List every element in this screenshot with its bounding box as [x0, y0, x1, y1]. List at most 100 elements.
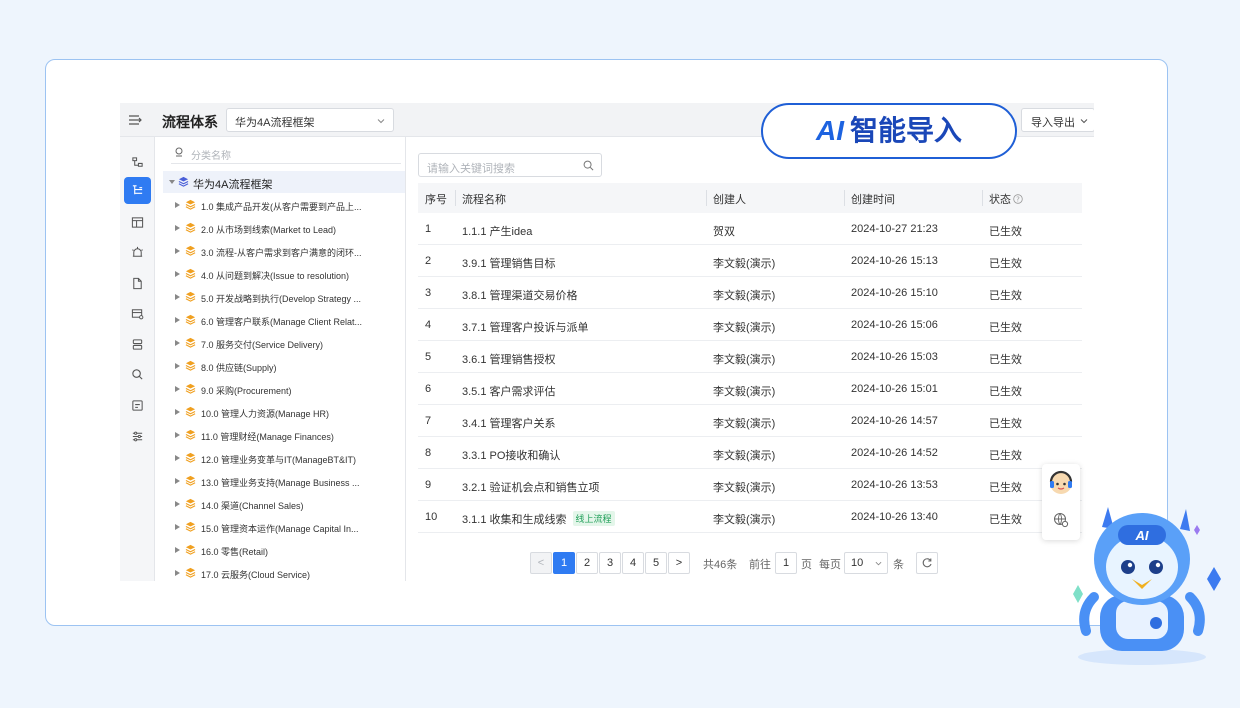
rail-item-database[interactable]: [124, 331, 151, 358]
table-row[interactable]: 5 3.6.1 管理销售授权 李文毅(演示) 2024-10-26 15:03 已生效: [418, 341, 1082, 373]
rail-item-report[interactable]: [124, 392, 151, 419]
tree-item[interactable]: 12.0 管理业务变革与IT(ManageBT&IT): [163, 447, 405, 469]
layers-icon: [185, 567, 196, 578]
tree-item[interactable]: 14.0 渠道(Channel Sales): [163, 493, 405, 515]
tree-item[interactable]: 13.0 管理业务支持(Manage Business ...: [163, 470, 405, 492]
tree-item[interactable]: 17.0 云服务(Cloud Service): [163, 562, 405, 581]
caret-right-icon[interactable]: [175, 547, 180, 553]
caret-right-icon[interactable]: [175, 455, 180, 461]
process-name-link[interactable]: 3.3.1 PO接收和确认: [462, 450, 560, 462]
caret-right-icon[interactable]: [175, 432, 180, 438]
cell-name[interactable]: 3.5.1 客户需求评估: [462, 383, 556, 399]
process-name-link[interactable]: 3.5.1 客户需求评估: [462, 386, 556, 398]
caret-right-icon[interactable]: [175, 202, 180, 208]
tree-item[interactable]: 6.0 管理客户联系(Manage Client Relat...: [163, 309, 405, 331]
tree-item[interactable]: 5.0 开发战略到执行(Develop Strategy ...: [163, 286, 405, 308]
category-search-input[interactable]: 分类名称: [171, 144, 401, 164]
goto-page-input[interactable]: 1: [775, 552, 797, 574]
tree-item[interactable]: 4.0 从问题到解决(Issue to resolution): [163, 263, 405, 285]
rail-item-alert[interactable]: [124, 239, 151, 266]
tree-item[interactable]: 10.0 管理人力资源(Manage HR): [163, 401, 405, 423]
cell-name[interactable]: 3.6.1 管理销售授权: [462, 351, 556, 367]
framework-select[interactable]: 华为4A流程框架: [226, 108, 394, 132]
process-name-link[interactable]: 3.4.1 管理客户关系: [462, 418, 556, 430]
process-name-link[interactable]: 3.1.1 收集和生成线索: [462, 514, 567, 526]
caret-right-icon[interactable]: [175, 478, 180, 484]
table-row[interactable]: 8 3.3.1 PO接收和确认 李文毅(演示) 2024-10-26 14:52 已生效: [418, 437, 1082, 469]
table-row[interactable]: 9 3.2.1 验证机会点和销售立项 李文毅(演示) 2024-10-26 13:53…: [418, 469, 1082, 501]
caret-right-icon[interactable]: [175, 317, 180, 323]
table-row[interactable]: 1 1.1.1 产生idea 贺双 2024-10-27 21:23 已生效: [418, 213, 1082, 245]
page-button[interactable]: 1: [553, 552, 575, 574]
cell-name[interactable]: 3.7.1 管理客户投诉与派单: [462, 319, 589, 335]
rail-item-search[interactable]: [124, 361, 151, 388]
cell-name[interactable]: 3.1.1 收集和生成线索 线上流程: [462, 511, 615, 527]
rail-item-table[interactable]: [124, 209, 151, 236]
page-button[interactable]: 3: [599, 552, 621, 574]
help-icon[interactable]: ?: [1013, 194, 1023, 204]
cell-name[interactable]: 1.1.1 产生idea: [462, 223, 532, 239]
refresh-button[interactable]: [916, 552, 938, 574]
tree-item[interactable]: 2.0 从市场到线索(Market to Lead): [163, 217, 405, 239]
rail-item-settings[interactable]: [124, 423, 151, 450]
table-row[interactable]: 6 3.5.1 客户需求评估 李文毅(演示) 2024-10-26 15:01 已生效: [418, 373, 1082, 405]
tree-item[interactable]: 7.0 服务交付(Service Delivery): [163, 332, 405, 354]
table-row[interactable]: 4 3.7.1 管理客户投诉与派单 李文毅(演示) 2024-10-26 15:06 已…: [418, 309, 1082, 341]
prev-page-button[interactable]: <: [530, 552, 552, 574]
rail-item-structure[interactable]: [124, 149, 151, 176]
cell-name[interactable]: 3.3.1 PO接收和确认: [462, 447, 560, 463]
process-name-link[interactable]: 3.2.1 验证机会点和销售立项: [462, 482, 600, 494]
tree-item[interactable]: 16.0 零售(Retail): [163, 539, 405, 561]
tree-root-node[interactable]: 华为4A流程框架: [163, 171, 405, 193]
cell-time: 2024-10-26 15:03: [851, 351, 938, 363]
caret-right-icon[interactable]: [175, 501, 180, 507]
tree-item[interactable]: 8.0 供应链(Supply): [163, 355, 405, 377]
tree-item[interactable]: 1.0 集成产品开发(从客户需要到产品上...: [163, 194, 405, 216]
cell-name[interactable]: 3.8.1 管理渠道交易价格: [462, 287, 578, 303]
page-button[interactable]: 2: [576, 552, 598, 574]
search-icon[interactable]: [583, 160, 594, 171]
tree-item[interactable]: 9.0 采购(Procurement): [163, 378, 405, 400]
caret-right-icon[interactable]: [175, 409, 180, 415]
rail-item-process-list[interactable]: [124, 177, 151, 204]
caret-right-icon[interactable]: [175, 363, 180, 369]
table-row[interactable]: 10 3.1.1 收集和生成线索 线上流程 李文毅(演示) 2024-10-26 13:…: [418, 501, 1082, 533]
cell-creator: 李文毅(演示): [713, 386, 776, 398]
assistant-button[interactable]: [1047, 469, 1075, 497]
caret-right-icon[interactable]: [175, 524, 180, 530]
caret-right-icon[interactable]: [175, 570, 180, 576]
category-icon: [175, 147, 183, 157]
process-name-link[interactable]: 3.7.1 管理客户投诉与派单: [462, 322, 589, 334]
caret-right-icon[interactable]: [175, 386, 180, 392]
page-button[interactable]: 5: [645, 552, 667, 574]
next-page-button[interactable]: >: [668, 552, 690, 574]
caret-right-icon[interactable]: [175, 225, 180, 231]
import-export-button[interactable]: 导入导出: [1021, 108, 1094, 132]
rail-item-document[interactable]: [124, 270, 151, 297]
per-page-select[interactable]: 10: [844, 552, 888, 574]
keyword-search-input[interactable]: 请输入关键词搜索: [418, 153, 602, 177]
caret-right-icon[interactable]: [175, 248, 180, 254]
table-row[interactable]: 3 3.8.1 管理渠道交易价格 李文毅(演示) 2024-10-26 15:10 已生…: [418, 277, 1082, 309]
caret-right-icon[interactable]: [175, 294, 180, 300]
process-name-link[interactable]: 3.8.1 管理渠道交易价格: [462, 290, 578, 302]
cell-time: 2024-10-26 15:01: [851, 383, 938, 395]
table-row[interactable]: 2 3.9.1 管理销售目标 李文毅(演示) 2024-10-26 15:13 已生效: [418, 245, 1082, 277]
cell-name[interactable]: 3.9.1 管理销售目标: [462, 255, 556, 271]
rail-item-card[interactable]: [124, 300, 151, 327]
tree-item[interactable]: 3.0 流程-从客户需求到客户满意的闭环...: [163, 240, 405, 262]
process-name-link[interactable]: 3.6.1 管理销售授权: [462, 354, 556, 366]
page-unit-label: 页: [801, 559, 812, 571]
cell-name[interactable]: 3.4.1 管理客户关系: [462, 415, 556, 431]
menu-toggle-icon[interactable]: [127, 112, 143, 128]
process-name-link[interactable]: 3.9.1 管理销售目标: [462, 258, 556, 270]
process-name-link[interactable]: 1.1.1 产生idea: [462, 226, 532, 238]
table-icon: [131, 217, 144, 228]
cell-name[interactable]: 3.2.1 验证机会点和销售立项: [462, 479, 600, 495]
caret-right-icon[interactable]: [175, 271, 180, 277]
page-button[interactable]: 4: [622, 552, 644, 574]
caret-right-icon[interactable]: [175, 340, 180, 346]
tree-item[interactable]: 11.0 管理财经(Manage Finances): [163, 424, 405, 446]
tree-item[interactable]: 15.0 管理资本运作(Manage Capital In...: [163, 516, 405, 538]
table-row[interactable]: 7 3.4.1 管理客户关系 李文毅(演示) 2024-10-26 14:57 已生效: [418, 405, 1082, 437]
